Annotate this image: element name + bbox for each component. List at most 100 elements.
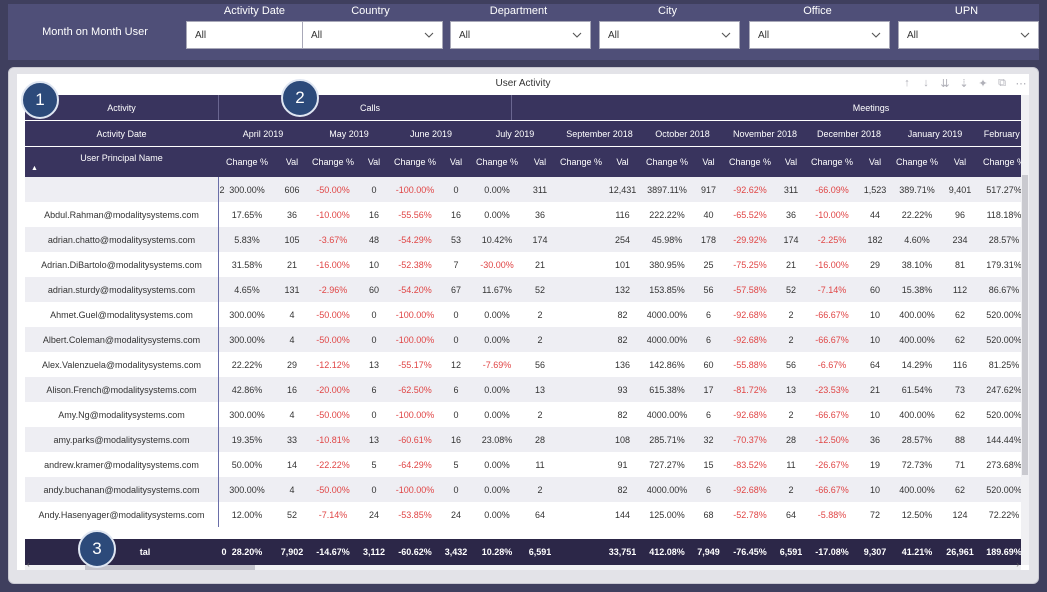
user-principal-name[interactable]: Amy.Ng@modalitysystems.com xyxy=(25,402,218,427)
header-month[interactable]: December 2018 xyxy=(806,121,892,146)
table-row[interactable]: amy.parks@modalitysystems.com 19.35% 33 -10… xyxy=(25,427,1021,452)
header-month[interactable]: November 2018 xyxy=(724,121,806,146)
header-change-pct[interactable]: Change % xyxy=(218,147,276,177)
table-cell: -10.81% xyxy=(316,434,350,445)
horizontal-scroll-thumb[interactable] xyxy=(85,565,255,570)
table-row[interactable]: andrew.kramer@modalitysystems.com 50.00% 1… xyxy=(25,452,1021,477)
arrow-up-icon[interactable]: ↑ xyxy=(901,77,913,90)
table-cell: 62 xyxy=(954,409,965,420)
header-val[interactable]: Val xyxy=(604,147,641,177)
header-month[interactable]: January 2019 xyxy=(892,121,978,146)
pin-icon[interactable]: ✦ xyxy=(977,77,989,90)
chevron-down-icon[interactable] xyxy=(424,30,434,40)
table-cell: 4 xyxy=(289,484,295,495)
more-icon[interactable]: ⋯ xyxy=(1015,77,1027,90)
table-row[interactable]: Albert.Coleman@modalitysystems.com 300.00… xyxy=(25,327,1021,352)
slicer-dropdown[interactable]: All xyxy=(302,21,443,49)
table-cell: 52 xyxy=(534,284,545,295)
header-change-pct[interactable]: Change % xyxy=(558,147,604,177)
table-row[interactable]: Ahmet.Guel@modalitysystems.com 300.00% 4 -5… xyxy=(25,302,1021,327)
user-principal-name[interactable] xyxy=(25,177,218,202)
slicer-dropdown[interactable]: All xyxy=(749,21,890,49)
sort-ascending-icon[interactable]: ▲ xyxy=(31,165,38,172)
header-val[interactable]: Val xyxy=(942,147,978,177)
header-month[interactable]: May 2019 xyxy=(308,121,390,146)
user-principal-name[interactable]: amy.parks@modalitysystems.com xyxy=(25,427,218,452)
user-principal-name[interactable]: Adrian.DiBartolo@modalitysystems.com xyxy=(25,252,218,277)
total-cell: 28.20% xyxy=(231,547,263,557)
chevron-down-icon[interactable] xyxy=(871,30,881,40)
header-change-pct[interactable]: Change % xyxy=(806,147,858,177)
table-row[interactable]: Andy.Hasenyager@modalitysystems.com 12.00… xyxy=(25,502,1021,527)
table-row[interactable]: adrian.sturdy@modalitysystems.com 4.65% 13… xyxy=(25,277,1021,302)
slicer-dropdown[interactable]: All xyxy=(450,21,591,49)
user-principal-name[interactable]: andy.buchanan@modalitysystems.com xyxy=(25,477,218,502)
chevron-down-icon[interactable] xyxy=(721,30,731,40)
header-val[interactable]: Val xyxy=(776,147,806,177)
slicer-dropdown[interactable]: All xyxy=(599,21,740,49)
user-principal-name[interactable]: Andy.Hasenyager@modalitysystems.com xyxy=(25,502,218,527)
chevron-down-icon[interactable] xyxy=(1020,30,1030,40)
user-principal-name[interactable]: andrew.kramer@modalitysystems.com xyxy=(25,452,218,477)
table-row[interactable]: Alex.Valenzuela@modalitysystems.com 22.22… xyxy=(25,352,1021,377)
table-row[interactable]: andy.buchanan@modalitysystems.com 300.00%… xyxy=(25,477,1021,502)
table-cell: 112 xyxy=(952,284,968,295)
header-month[interactable]: April 2019 xyxy=(218,121,308,146)
table-cell: 52 xyxy=(286,509,297,520)
user-principal-name[interactable]: Ahmet.Guel@modalitysystems.com xyxy=(25,302,218,327)
header-val[interactable]: Val xyxy=(358,147,390,177)
header-month[interactable]: June 2019 xyxy=(390,121,472,146)
table-row[interactable]: 2 300.00% 606 -50.00% 0 -100.00% 0 0.00% 311 12,4… xyxy=(25,177,1021,202)
header-month[interactable]: July 2019 xyxy=(472,121,558,146)
header-month[interactable]: October 2018 xyxy=(641,121,724,146)
drill-icon[interactable]: ⇣ xyxy=(958,77,970,90)
expand-all-icon[interactable]: ⇊ xyxy=(939,77,951,90)
header-change-pct[interactable]: Change % xyxy=(892,147,942,177)
table-row[interactable]: Amy.Ng@modalitysystems.com 300.00% 4 -50.00… xyxy=(25,402,1021,427)
header-user-principal-name[interactable]: User Principal Name xyxy=(25,147,218,177)
table-cell: 16 xyxy=(286,384,297,395)
horizontal-scrollbar[interactable]: ‹ › xyxy=(25,560,1021,570)
slicer-department: Department All xyxy=(446,4,591,60)
vertical-scrollbar[interactable] xyxy=(1021,95,1029,565)
arrow-down-icon[interactable]: ↓ xyxy=(920,77,932,90)
header-val[interactable]: Val xyxy=(440,147,472,177)
chevron-down-icon[interactable] xyxy=(572,30,582,40)
user-principal-name[interactable]: Alex.Valenzuela@modalitysystems.com xyxy=(25,352,218,377)
matrix-visual[interactable]: User Activity ↑ ↓ ⇊ ⇣ ✦ ⧉ ⋯ Activity Calls Mee… xyxy=(17,74,1029,570)
slicer-dropdown[interactable]: All xyxy=(898,21,1039,49)
user-principal-name[interactable]: Albert.Coleman@modalitysystems.com xyxy=(25,327,218,352)
table-cell: 182 xyxy=(867,234,883,245)
table-row[interactable]: Alison.French@modalitysystems.com 42.86% 1… xyxy=(25,377,1021,402)
scroll-right-icon[interactable]: › xyxy=(1016,560,1019,569)
header-change-pct[interactable]: Change % xyxy=(641,147,693,177)
header-change-pct[interactable]: Change % xyxy=(390,147,440,177)
table-cell: 28 xyxy=(785,434,796,445)
table-cell: -92.68% xyxy=(733,484,767,495)
table-row[interactable]: Abdul.Rahman@modalitysystems.com 17.65% 36… xyxy=(25,202,1021,227)
header-change-pct[interactable]: Change % xyxy=(308,147,358,177)
focus-icon[interactable]: ⧉ xyxy=(996,77,1008,90)
scroll-left-icon[interactable]: ‹ xyxy=(27,560,30,569)
user-principal-name[interactable]: Alison.French@modalitysystems.com xyxy=(25,377,218,402)
header-val[interactable]: Val xyxy=(693,147,724,177)
header-activity-date[interactable]: Activity Date xyxy=(25,121,218,146)
table-cell: -100.00% xyxy=(395,184,435,195)
total-cell: 7,902 xyxy=(280,547,304,557)
header-month[interactable]: September 2018 xyxy=(558,121,641,146)
header-change-pct[interactable]: Change % xyxy=(472,147,522,177)
header-val[interactable]: Val xyxy=(522,147,558,177)
header-change-pct[interactable]: Change % xyxy=(724,147,776,177)
vertical-scroll-thumb[interactable] xyxy=(1022,175,1028,475)
header-val[interactable]: Val xyxy=(276,147,308,177)
user-principal-name[interactable]: Abdul.Rahman@modalitysystems.com xyxy=(25,202,218,227)
user-principal-name[interactable]: adrian.chatto@modalitysystems.com xyxy=(25,227,218,252)
table-cell: 153.85% xyxy=(649,284,685,295)
user-principal-name[interactable]: adrian.sturdy@modalitysystems.com xyxy=(25,277,218,302)
header-calls[interactable]: Calls xyxy=(225,95,515,120)
header-meetings[interactable]: Meetings xyxy=(511,95,1029,120)
header-val[interactable]: Val xyxy=(858,147,892,177)
table-row[interactable]: Adrian.DiBartolo@modalitysystems.com 31.5… xyxy=(25,252,1021,277)
table-cell: 124 xyxy=(952,509,968,520)
table-row[interactable]: adrian.chatto@modalitysystems.com 5.83% 10… xyxy=(25,227,1021,252)
